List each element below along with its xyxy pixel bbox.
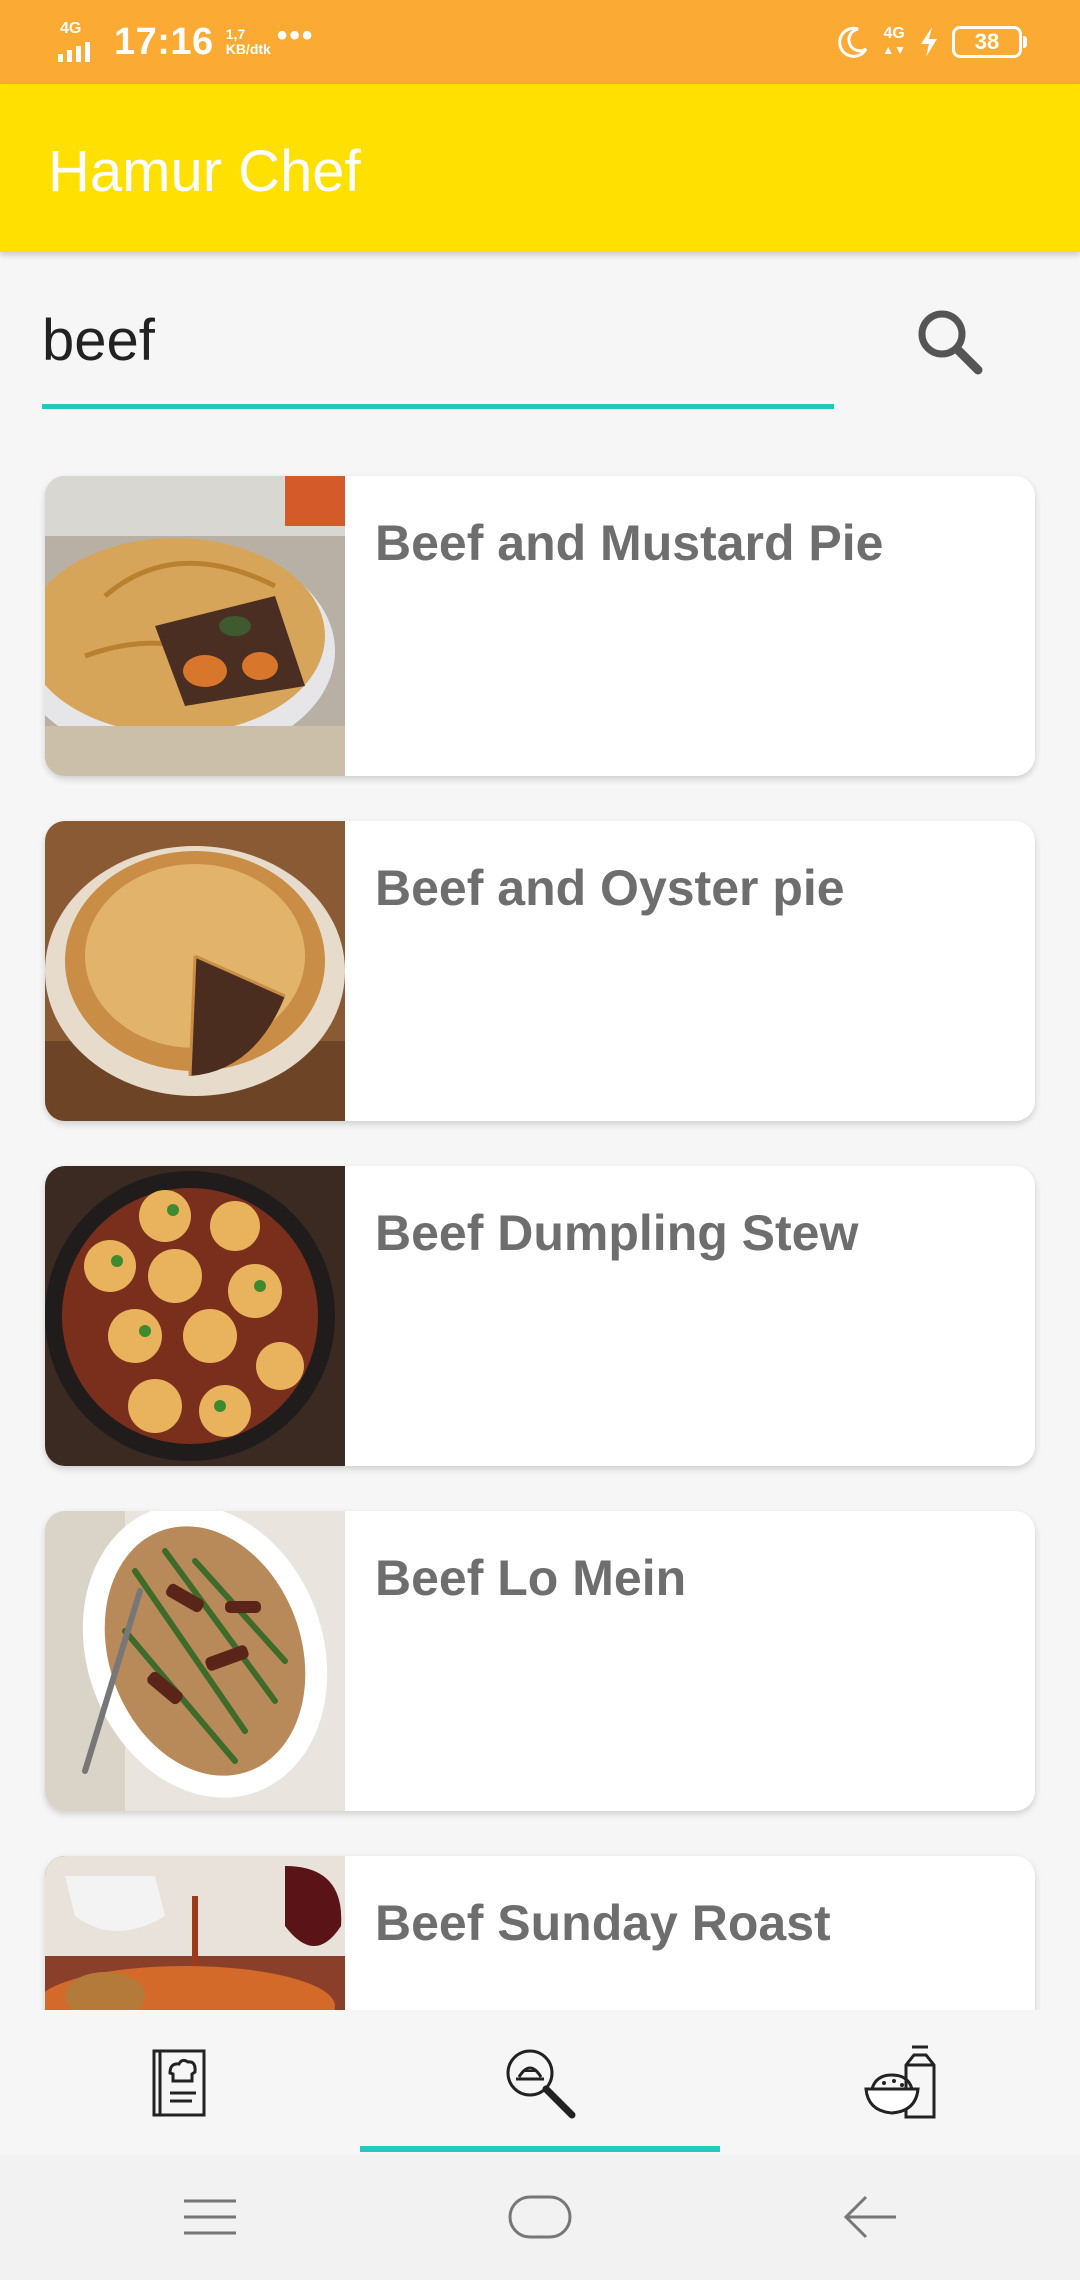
signal-icon: 4G	[58, 20, 104, 64]
back-arrow-icon	[843, 2195, 896, 2239]
recipe-title: Beef Lo Mein	[375, 1550, 687, 1606]
recipe-title: Beef and Mustard Pie	[375, 515, 884, 571]
search-button[interactable]	[904, 296, 996, 388]
recipe-card[interactable]: Beef Dumpling Stew	[45, 1166, 1035, 1466]
beef-and-oyster-pie-photo	[45, 821, 345, 1121]
network-type-right: 4G ▲▼	[882, 25, 906, 58]
app-bar: Hamur Chef	[0, 84, 1080, 252]
home-button[interactable]	[480, 2175, 600, 2259]
menu-icon	[184, 2199, 236, 2235]
beef-sunday-roast-photo	[45, 1856, 345, 2010]
moon-icon	[838, 26, 868, 58]
network-speed: 1,7 KB/dtk	[226, 27, 271, 57]
recipe-card[interactable]: Beef and Oyster pie	[45, 821, 1035, 1121]
recipe-card[interactable]: Beef Lo Mein	[45, 1511, 1035, 1811]
system-navigation-bar	[0, 2155, 1080, 2280]
ingredients-icon	[864, 2045, 936, 2118]
status-bar: 4G 17:16 1,7 KB/dtk ••• 4G ▲▼ 38	[0, 0, 1080, 84]
beef-lo-mein-photo	[45, 1511, 345, 1811]
results-list[interactable]: Beef and Mustard Pie Beef and Oyster pie	[0, 470, 1080, 2010]
status-time: 17:16	[114, 20, 214, 63]
recipe-card[interactable]: Beef and Mustard Pie	[45, 476, 1035, 776]
selected-tab-indicator	[360, 2146, 720, 2152]
network-type: 4G	[60, 20, 82, 37]
search-input[interactable]	[42, 300, 832, 380]
beef-and-mustard-pie-photo	[45, 476, 345, 776]
recipe-title: Beef Dumpling Stew	[375, 1205, 859, 1261]
recipe-title: Beef and Oyster pie	[375, 860, 845, 916]
recent-apps-button[interactable]	[150, 2175, 270, 2259]
beef-dumpling-stew-photo	[45, 1166, 345, 1466]
search-dish-icon	[506, 2049, 576, 2118]
nav-search-recipes[interactable]	[360, 2010, 720, 2155]
recipe-title: Beef Sunday Roast	[375, 1895, 831, 1951]
battery-icon: 38	[952, 26, 1027, 58]
bottom-navigation	[0, 2010, 1080, 2155]
battery-level: 38	[974, 29, 1000, 54]
search-icon	[918, 310, 983, 375]
recipe-book-icon	[152, 2049, 206, 2116]
status-left: 4G 17:16 1,7 KB/dtk •••	[58, 18, 314, 66]
charging-icon	[921, 27, 937, 57]
recipe-card[interactable]: Beef Sunday Roast	[45, 1856, 1035, 2010]
more-notifications: •••	[276, 19, 315, 52]
nav-recipe-book[interactable]	[0, 2010, 360, 2155]
home-pill-icon	[508, 2195, 572, 2239]
status-right: 4G ▲▼ 38	[836, 20, 1027, 64]
speed-value: 1,7	[225, 26, 246, 42]
back-button[interactable]	[810, 2175, 930, 2259]
nav-ingredients[interactable]	[720, 2010, 1080, 2155]
speed-unit: KB/dtk	[225, 41, 271, 57]
search-underline	[42, 404, 834, 409]
app-title: Hamur Chef	[48, 139, 361, 204]
